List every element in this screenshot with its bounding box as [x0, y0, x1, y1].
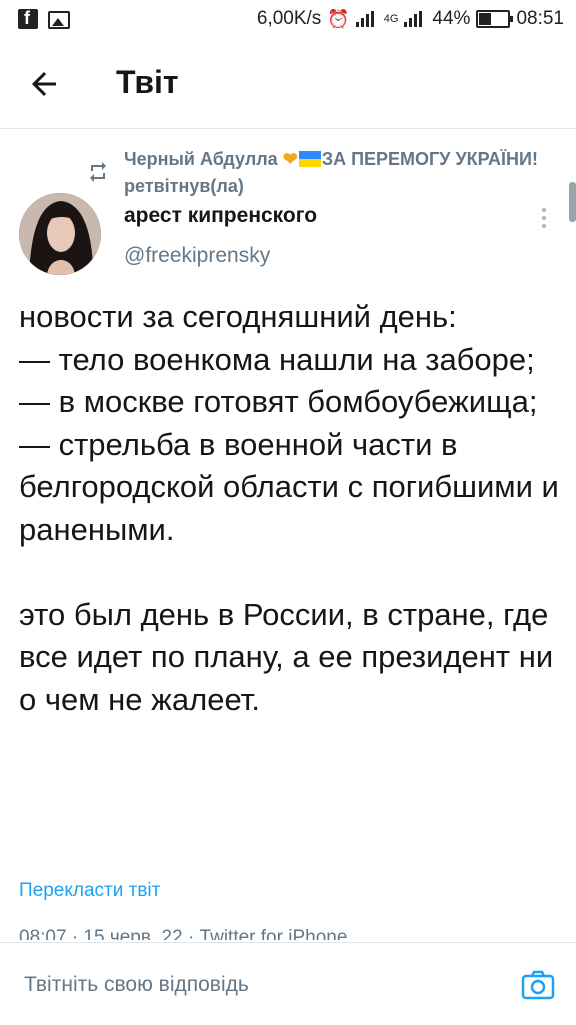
battery-icon: [476, 10, 514, 28]
signal-icon-2: [404, 11, 426, 27]
back-arrow-icon[interactable]: [26, 66, 62, 102]
ukraine-flag-icon: [298, 151, 321, 167]
camera-icon[interactable]: [520, 969, 556, 1001]
network-type: 4G: [383, 13, 399, 25]
retweet-icon: [90, 162, 106, 182]
network-speed: 6,00K/s: [256, 8, 322, 29]
status-right: 6,00K/s ⏰ 4G 44% 08:51: [257, 8, 564, 30]
tweet-text: новости за сегодняшний день: — тело воен…: [19, 299, 559, 717]
avatar-image: [19, 193, 101, 275]
alarm-icon: ⏰: [327, 8, 350, 29]
author-name[interactable]: арест кипренского: [124, 204, 317, 228]
status-bar: 6,00K/s ⏰ 4G 44% 08:51: [0, 0, 576, 40]
translate-link[interactable]: Перекласти твіт: [19, 880, 160, 902]
facebook-icon: [18, 8, 38, 29]
tweet-meta: 08:07 · 15 черв. 22 · Twitter for iPhone: [19, 928, 348, 940]
signal-icon: [355, 11, 378, 27]
page-title: Твіт: [116, 64, 179, 100]
app-header: Твіт: [0, 40, 576, 129]
retweeter-name: Черный Абдулла: [124, 149, 278, 169]
author-handle[interactable]: @freekiprensky: [124, 244, 270, 268]
heart-icon: ❤: [282, 149, 298, 169]
scrollbar[interactable]: [569, 182, 576, 222]
clock: 08:51: [516, 8, 564, 29]
retweeted-by[interactable]: Черный Абдулла ❤ ЗА ПЕРЕМОГУ УКРАЇНИ! рет…: [124, 146, 544, 200]
image-icon: [48, 11, 70, 29]
reply-input[interactable]: Твітніть свою відповідь: [24, 973, 249, 997]
more-options-icon[interactable]: [540, 208, 548, 232]
avatar[interactable]: [19, 193, 101, 275]
reply-bar: Твітніть свою відповідь: [0, 942, 576, 1025]
notification-icons: [18, 8, 70, 29]
battery-percent: 44%: [432, 8, 471, 29]
